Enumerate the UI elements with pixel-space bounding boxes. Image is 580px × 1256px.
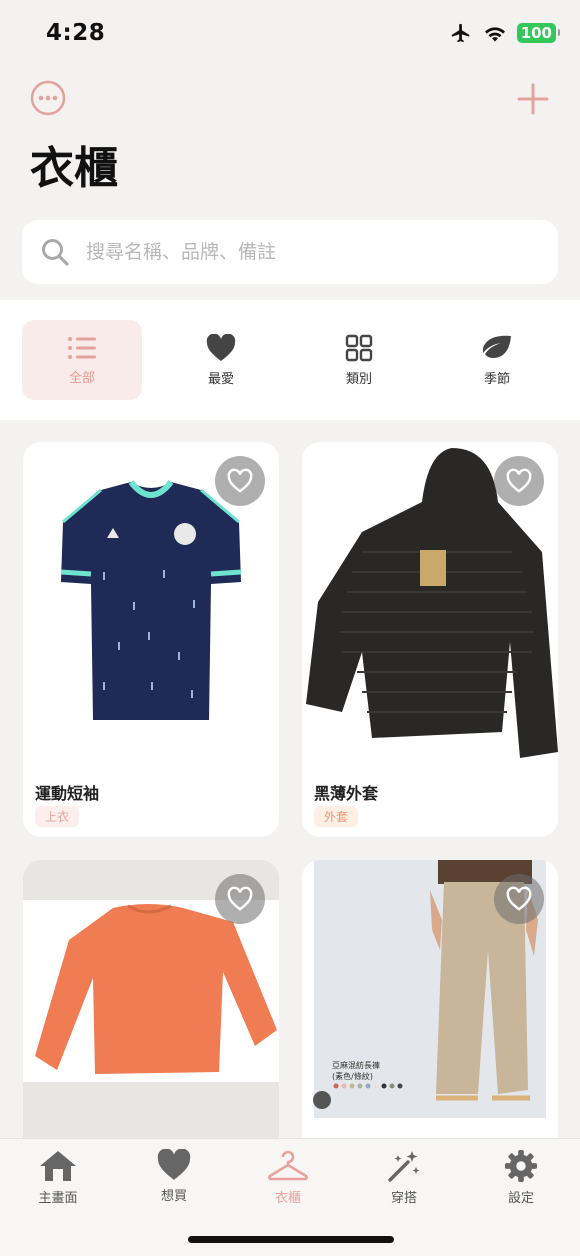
- plus-icon: [517, 83, 549, 115]
- filter-tab-all[interactable]: 全部: [22, 320, 142, 400]
- leaf-icon: [483, 335, 511, 358]
- tab-label: 穿搭: [390, 1191, 417, 1206]
- filter-tab-favorites[interactable]: 最愛: [161, 320, 281, 400]
- tab-settings[interactable]: 設定: [471, 1149, 571, 1206]
- filter-tab-label: 類別: [345, 371, 372, 387]
- filter-bar: 全部 最愛 類別 季節: [0, 300, 580, 420]
- status-icons: 100: [449, 22, 561, 44]
- pants-image-text: 亞麻混紡長褲 (素色/條紋): [332, 1060, 380, 1082]
- tab-home[interactable]: 主畫面: [8, 1149, 108, 1206]
- favorite-button[interactable]: [494, 456, 544, 506]
- filter-tab-label: 最愛: [207, 371, 234, 387]
- wardrobe-item-card[interactable]: 運動短袖 上衣: [23, 442, 279, 837]
- gear-icon: [504, 1149, 538, 1183]
- status-time: 4:28: [46, 20, 106, 46]
- heart-icon: [206, 333, 236, 361]
- item-category-tag: 外套: [314, 806, 359, 827]
- home-icon: [40, 1151, 76, 1181]
- filter-tab-seasons[interactable]: 季節: [437, 320, 557, 400]
- pants-image-text-line: (素色/條紋): [332, 1072, 373, 1081]
- pants-image-text-line: 亞麻混紡長褲: [332, 1061, 380, 1070]
- wardrobe-item-card[interactable]: 亞麻混紡長褲 (素色/條紋): [302, 860, 558, 1140]
- item-name: 黑薄外套: [314, 784, 379, 803]
- search-icon: [42, 239, 69, 266]
- list-icon: [68, 336, 96, 359]
- wardrobe-item-card[interactable]: 黑薄外套 外套: [302, 442, 558, 837]
- wardrobe-item-card[interactable]: [23, 860, 279, 1140]
- favorite-button[interactable]: [215, 456, 265, 506]
- tab-wardrobe[interactable]: 衣櫃: [238, 1149, 338, 1206]
- battery-indicator: 100: [516, 23, 561, 43]
- favorite-button[interactable]: [215, 874, 265, 924]
- wardrobe-grid: 運動短袖 上衣 黑薄外套 外套 亞麻混紡長褲 (素色/條紋): [0, 420, 580, 1140]
- add-item-button[interactable]: [516, 82, 550, 116]
- search-bar[interactable]: [22, 220, 558, 284]
- heart-outline-icon: [227, 886, 253, 911]
- status-bar: 4:28 100: [0, 0, 580, 70]
- ellipsis-circle-icon: [30, 80, 66, 116]
- tab-label: 想買: [160, 1189, 187, 1204]
- wifi-icon: [484, 27, 505, 42]
- page-title: 衣櫃: [30, 143, 118, 194]
- item-name: 運動短袖: [35, 784, 100, 803]
- tab-outfits[interactable]: 穿搭: [354, 1149, 454, 1206]
- tab-wishlist[interactable]: 想買: [124, 1149, 224, 1204]
- more-options-button[interactable]: [30, 80, 66, 116]
- tab-label: 設定: [507, 1191, 534, 1206]
- grid-icon: [345, 334, 373, 361]
- favorite-button[interactable]: [494, 874, 544, 924]
- tab-label: 衣櫃: [274, 1191, 301, 1206]
- airplane-icon: [451, 23, 469, 43]
- filter-tab-label: 季節: [483, 371, 510, 387]
- filter-tab-label: 全部: [68, 370, 95, 386]
- magic-wand-icon: [388, 1151, 420, 1182]
- tab-label: 主畫面: [38, 1191, 78, 1206]
- home-indicator: [188, 1236, 394, 1243]
- heart-outline-icon: [506, 886, 532, 911]
- heart-outline-icon: [506, 468, 532, 493]
- filter-tab-categories[interactable]: 類別: [299, 320, 419, 400]
- hanger-icon: [268, 1150, 308, 1181]
- heart-icon: [157, 1149, 191, 1180]
- item-category-tag: 上衣: [35, 806, 80, 827]
- search-input[interactable]: [84, 240, 528, 264]
- heart-outline-icon: [227, 468, 253, 493]
